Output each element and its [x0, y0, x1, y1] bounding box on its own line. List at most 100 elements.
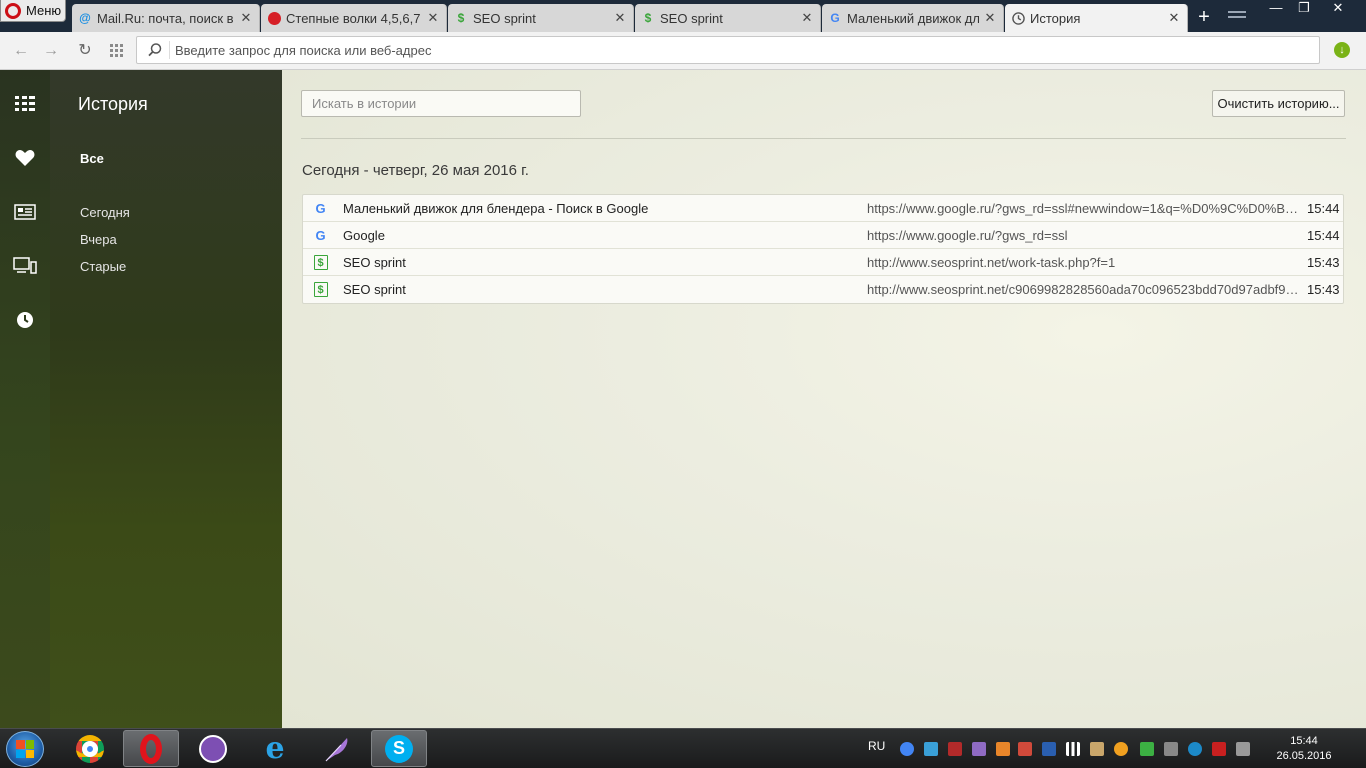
close-icon[interactable]: ✕: [239, 10, 253, 26]
devices-icon[interactable]: [13, 254, 37, 278]
tab-title: SEO sprint: [660, 10, 723, 26]
app-tray-icon[interactable]: [948, 742, 962, 756]
sidebar-title: История: [78, 94, 148, 114]
seosprint-icon: $: [313, 282, 328, 297]
divider: [301, 138, 1346, 139]
history-row[interactable]: G Google https://www.google.ru/?gws_rd=s…: [303, 222, 1343, 249]
tool-tray-icon[interactable]: [1164, 742, 1178, 756]
history-list: G Маленький движок для блендера - Поиск …: [302, 194, 1344, 304]
history-title[interactable]: Google: [343, 228, 843, 243]
mailru-icon: @: [79, 11, 91, 25]
seosprint-icon: $: [644, 11, 652, 25]
filter-today[interactable]: Сегодня: [80, 205, 130, 220]
tab-bar: Меню @ Mail.Ru: почта, поиск в и ✕ Степн…: [0, 0, 1366, 32]
opera-icon[interactable]: [123, 730, 179, 767]
tab-seosprint-1[interactable]: $ SEO sprint ✕: [448, 4, 634, 32]
filter-all[interactable]: Все: [80, 151, 104, 166]
volume-tray-icon[interactable]: [1236, 742, 1250, 756]
history-title[interactable]: SEO sprint: [343, 255, 843, 270]
tab-title: Степные волки 4,5,6,7 се: [286, 10, 422, 26]
history-title[interactable]: Маленький движок для блендера - Поиск в …: [343, 201, 843, 216]
google-icon: G: [830, 11, 840, 25]
ie-tray-icon[interactable]: [1188, 742, 1202, 756]
viber-icon[interactable]: [185, 730, 241, 767]
update-tray-icon[interactable]: [996, 742, 1010, 756]
maximize-icon[interactable]: ❐: [1290, 0, 1318, 18]
tab-title: Маленький движок для: [847, 10, 979, 26]
search-icon: [148, 43, 162, 57]
hand-tray-icon[interactable]: [1090, 742, 1104, 756]
clear-history-button[interactable]: Очистить историю...: [1212, 90, 1345, 117]
address-input[interactable]: [175, 40, 1275, 60]
speed-dial-icon[interactable]: [13, 92, 37, 116]
windows-logo-icon: [16, 740, 34, 758]
window-close-icon[interactable]: ✕: [1324, 0, 1352, 18]
opera-menu-button[interactable]: Меню: [0, 0, 66, 22]
address-separator: [169, 41, 170, 59]
reload-icon[interactable]: ↻: [74, 40, 96, 62]
tab-history[interactable]: История ✕: [1005, 4, 1188, 32]
telegram-tray-icon[interactable]: [924, 742, 938, 756]
history-sidebar: История Все Сегодня Вчера Старые: [50, 70, 282, 728]
news-icon[interactable]: [13, 200, 37, 224]
download-icon[interactable]: ↓: [1334, 42, 1350, 58]
close-icon[interactable]: ✕: [613, 10, 627, 26]
history-url: http://www.seosprint.net/c9069982828560a…: [867, 282, 1299, 297]
alert-tray-icon[interactable]: [1212, 742, 1226, 756]
opera-logo-icon: [5, 2, 21, 19]
windows-taskbar: e S RU 15:44 26.05.2016: [0, 728, 1366, 768]
close-icon[interactable]: ✕: [426, 10, 440, 26]
speed-dial-icon[interactable]: [106, 40, 128, 62]
start-button[interactable]: [6, 731, 44, 767]
history-url: https://www.google.ru/?gws_rd=ssl#newwin…: [867, 201, 1299, 216]
language-indicator[interactable]: RU: [868, 739, 885, 753]
history-row[interactable]: G Маленький движок для блендера - Поиск …: [303, 195, 1343, 222]
chrome-tray-icon[interactable]: [900, 742, 914, 756]
close-icon[interactable]: ✕: [983, 10, 997, 26]
history-time: 15:44: [1307, 201, 1340, 216]
speaker-tray-icon[interactable]: [1018, 742, 1032, 756]
minimize-icon[interactable]: —: [1262, 0, 1290, 18]
tab-google-search[interactable]: G Маленький движок для ✕: [822, 4, 1004, 32]
seosprint-icon: $: [457, 11, 465, 25]
filter-yesterday[interactable]: Вчера: [80, 232, 117, 247]
feather-icon[interactable]: [309, 730, 365, 767]
tab-title: SEO sprint: [473, 10, 536, 26]
heart-icon[interactable]: [13, 146, 37, 170]
taskbar-clock[interactable]: 15:44 26.05.2016: [1272, 734, 1336, 764]
history-row[interactable]: $ SEO sprint http://www.seosprint.net/c9…: [303, 276, 1343, 303]
tab-mailru[interactable]: @ Mail.Ru: почта, поиск в и ✕: [72, 4, 260, 32]
address-field[interactable]: [136, 36, 1320, 64]
history-row[interactable]: $ SEO sprint http://www.seosprint.net/wo…: [303, 249, 1343, 276]
star-tray-icon[interactable]: [1114, 742, 1128, 756]
new-tab-button[interactable]: +: [1192, 6, 1216, 28]
tab-menu-icon[interactable]: [1228, 8, 1246, 24]
forward-icon[interactable]: →: [40, 40, 62, 62]
clock-time: 15:44: [1290, 735, 1318, 747]
close-icon[interactable]: ✕: [800, 10, 814, 26]
tab-seosprint-2[interactable]: $ SEO sprint ✕: [635, 4, 821, 32]
history-url: https://www.google.ru/?gws_rd=ssl: [867, 228, 1068, 243]
filter-older[interactable]: Старые: [80, 259, 126, 274]
close-icon[interactable]: ✕: [1167, 10, 1181, 26]
bluetooth-tray-icon[interactable]: [1042, 742, 1056, 756]
menu-label: Меню: [26, 3, 62, 18]
history-title[interactable]: SEO sprint: [343, 282, 843, 297]
skype-icon[interactable]: S: [371, 730, 427, 767]
clock-date: 26.05.2016: [1276, 750, 1332, 762]
address-bar: ← → ↻ ↓: [0, 32, 1366, 70]
google-icon: G: [315, 228, 326, 243]
green-tray-icon[interactable]: [1140, 742, 1154, 756]
feather-tray-icon[interactable]: [972, 742, 986, 756]
network-tray-icon[interactable]: [1066, 742, 1080, 756]
google-icon: G: [315, 201, 326, 216]
history-clock-icon[interactable]: [13, 308, 37, 332]
day-header: Сегодня - четверг, 26 мая 2016 г.: [302, 162, 529, 179]
back-icon[interactable]: ←: [10, 40, 32, 62]
history-search-input[interactable]: [301, 90, 581, 117]
tab-youtube[interactable]: Степные волки 4,5,6,7 се ✕: [261, 4, 447, 32]
tab-title: История: [1030, 10, 1081, 26]
history-time: 15:43: [1307, 282, 1340, 297]
internet-explorer-icon[interactable]: e: [247, 730, 303, 767]
chrome-icon[interactable]: [62, 730, 118, 767]
